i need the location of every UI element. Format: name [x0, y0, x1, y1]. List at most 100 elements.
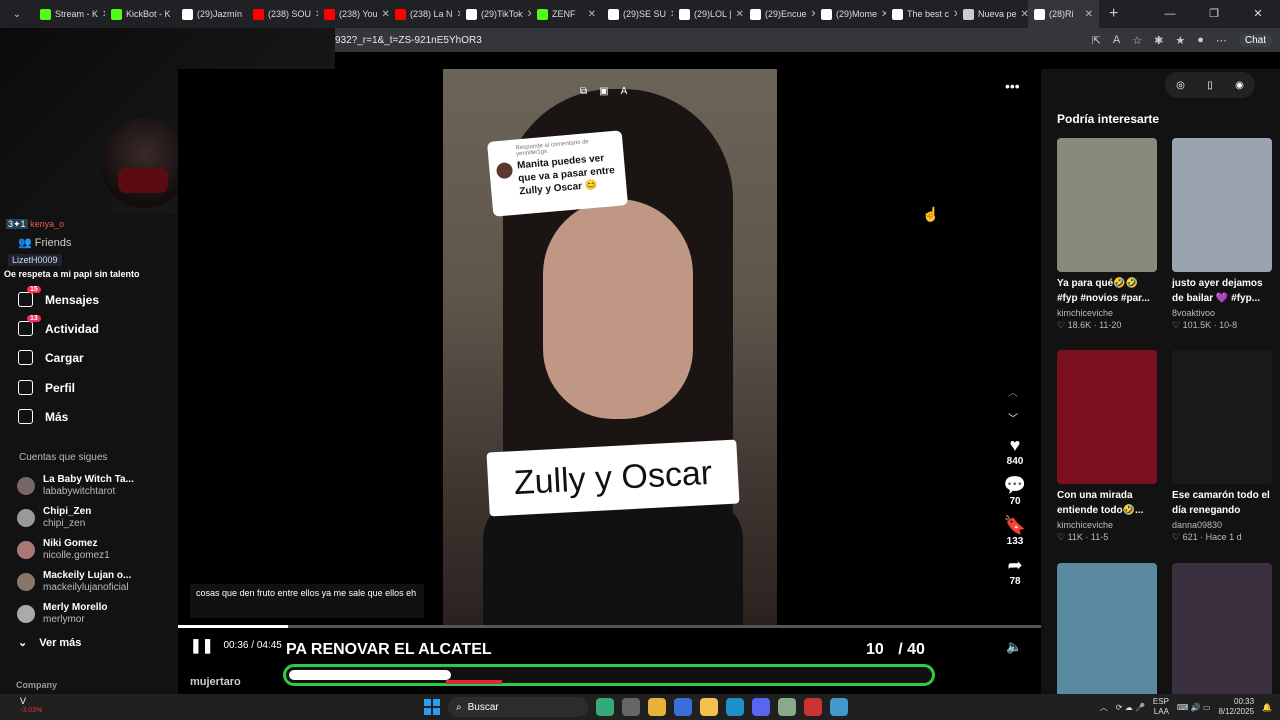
translate-video-icon[interactable]: A	[621, 86, 628, 97]
video-thumbnail[interactable]	[1172, 138, 1272, 272]
favorites-icon[interactable]: ★	[1175, 34, 1185, 47]
notification-icon[interactable]: 🔔	[1262, 703, 1272, 712]
address-bar[interactable]: 932?_r=1&_t=ZS-921nE5YhOR3 ⇱ A ☆ ✱ ★ ● ⋯…	[335, 28, 1280, 52]
followed-account[interactable]: Merly Morello merlymor	[17, 602, 107, 626]
bookmark-icon[interactable]: 🔖	[1004, 515, 1026, 536]
discord-icon[interactable]	[752, 698, 770, 716]
browser-tab[interactable]: (29)SE SU✕	[602, 0, 673, 28]
chat-button[interactable]: Chat	[1238, 33, 1272, 47]
followed-account[interactable]: La Baby Witch Ta... lababywitchtarot	[17, 474, 134, 498]
reply-comment-card: Responde al comentario de yennifer1gs Ma…	[486, 130, 629, 217]
browser-tab[interactable]: The best c✕	[886, 0, 957, 28]
volume-icon[interactable]: 🔈	[1006, 639, 1022, 655]
chevron-down-nav-icon[interactable]: ﹀	[1008, 410, 1018, 425]
clock[interactable]: 00:33 8/12/2025	[1218, 697, 1254, 717]
device-icon[interactable]: ▯	[1207, 80, 1213, 91]
recommended-video-card[interactable]: Ya para qué🤣🤣 #fyp #novios #par... kimchi…	[1057, 138, 1157, 331]
task-view-icon[interactable]	[622, 698, 640, 716]
browser-tab[interactable]: Stream - K✕	[34, 0, 105, 28]
app-icon-2[interactable]	[804, 698, 822, 716]
video-thumbnail[interactable]	[1057, 138, 1157, 272]
video-progress-bar[interactable]	[178, 625, 1041, 628]
windows-start-icon[interactable]	[424, 699, 440, 715]
sidebar-item-perfil[interactable]: Perfil	[18, 380, 75, 395]
recommended-video-card[interactable]	[1057, 563, 1157, 697]
pause-icon[interactable]: ❚❚	[190, 637, 213, 654]
widgets-icon[interactable]	[596, 698, 614, 716]
browser-tab[interactable]: KickBot - K✕	[105, 0, 176, 28]
browser-tab[interactable]: (29)TikTok ✕	[460, 0, 531, 28]
video-thumbnail[interactable]	[1172, 350, 1272, 484]
comment-icon[interactable]: 💬	[1004, 475, 1026, 496]
file-explorer-icon[interactable]	[700, 698, 718, 716]
sidebar-item-cargar[interactable]: Cargar	[18, 350, 84, 365]
copilot-icon[interactable]	[674, 698, 692, 716]
browser-tab[interactable]: (29)Jazmín✕	[176, 0, 247, 28]
recommended-video-card[interactable]	[1172, 563, 1272, 697]
coin-icon[interactable]: ◎	[1176, 80, 1185, 91]
translate-icon[interactable]: A	[1113, 34, 1120, 46]
tab-close-icon[interactable]: ✕	[588, 9, 596, 20]
sidebar-item-más[interactable]: Más	[18, 409, 68, 424]
recommended-video-card[interactable]: justo ayer dejamos de bailar 💜 #fyp... 8v…	[1172, 138, 1272, 331]
tray-icons[interactable]: ⟳ ☁ 🎤	[1116, 703, 1145, 712]
network-volume-icons[interactable]: ⌨ 🔊 ▭	[1177, 703, 1211, 712]
profile-avatar-icon[interactable]: ●	[1197, 34, 1204, 46]
browser-tab[interactable]: ZENF ✕	[531, 0, 602, 28]
star-icon[interactable]: ☆	[1132, 34, 1142, 47]
browser-tab[interactable]: (29)Encue ✕	[744, 0, 815, 28]
company-link[interactable]: Company	[16, 680, 57, 690]
taskbar-search[interactable]: ⌕ Buscar	[448, 697, 588, 717]
screen-icon[interactable]: ▣	[599, 86, 608, 97]
menu-icon[interactable]: ⋯	[1216, 34, 1227, 47]
followed-account[interactable]: Niki Gomez nicolle.gomez1	[17, 538, 110, 562]
sidebar-item-mensajes[interactable]: 15 Mensajes	[18, 286, 99, 307]
user-avatar-icon[interactable]: ◉	[1235, 80, 1244, 91]
paper-plane-icon: 15	[18, 286, 41, 307]
tab-search-icon[interactable]: ⌄	[0, 9, 34, 20]
browser-tab[interactable]: (238) La N✕	[389, 0, 460, 28]
more-options-icon[interactable]: •••	[1005, 78, 1020, 94]
chevron-up-tray-icon[interactable]: ︿	[1100, 702, 1108, 713]
video-thumbnail[interactable]	[1172, 563, 1272, 697]
language-indicator[interactable]: ESP LAA	[1153, 697, 1169, 717]
open-in-app-icon[interactable]: ⇱	[1092, 34, 1101, 47]
url-text[interactable]: 932?_r=1&_t=ZS-921nE5YhOR3	[335, 35, 482, 46]
browser-tab[interactable]: (238) SOU✕	[247, 0, 318, 28]
extensions-icon[interactable]: ✱	[1154, 34, 1163, 47]
browser-tab[interactable]: (29)Mome ✕	[815, 0, 886, 28]
video-thumbnail[interactable]	[1057, 350, 1157, 484]
followed-account[interactable]: Mackeily Lujan o... mackeilylujanoficial	[17, 570, 131, 594]
edge-icon[interactable]	[726, 698, 744, 716]
browser-tab[interactable]: (28)Ri ✕	[1028, 0, 1099, 28]
heart-icon[interactable]: ♥	[1010, 435, 1021, 456]
recommended-video-card[interactable]: Ese camarón todo el día renegando Pero..…	[1172, 350, 1272, 543]
recommended-video-card[interactable]: Con una mirada entiende todo🤣... kimchice…	[1057, 350, 1157, 543]
minimize-icon[interactable]: —	[1148, 0, 1192, 28]
tab-close-icon[interactable]: ✕	[1021, 9, 1028, 20]
browser-tab[interactable]: (29)LOL | ✕	[673, 0, 744, 28]
sidebar-item-actividad[interactable]: 13 Actividad	[18, 315, 99, 336]
followed-account[interactable]: Chipi_Zen chipi_zen	[17, 506, 91, 530]
tab-close-icon[interactable]: ✕	[1085, 9, 1093, 20]
browser-tab[interactable]: (238) You ✕	[318, 0, 389, 28]
tab-close-icon[interactable]: ✕	[382, 9, 389, 20]
stock-widget[interactable]: V -3.03%	[20, 696, 42, 716]
video-thumbnail[interactable]	[1057, 563, 1157, 697]
nav-item-friends[interactable]: 👥 Friends	[18, 236, 71, 249]
app-icon[interactable]	[778, 698, 796, 716]
browser-tab[interactable]: Nueva pe ✕	[957, 0, 1028, 28]
pip-icon[interactable]: ⧉	[580, 86, 587, 97]
maximize-icon[interactable]: ❐	[1192, 0, 1236, 28]
tab-favicon-icon	[40, 8, 51, 20]
close-icon[interactable]: ✕	[1236, 0, 1280, 28]
see-more-button[interactable]: ⌄ Ver más	[18, 636, 81, 650]
tab-favicon-icon	[821, 8, 832, 20]
chevron-up-icon[interactable]: ︿	[1008, 384, 1018, 399]
tab-close-icon[interactable]: ✕	[736, 9, 744, 20]
share-icon[interactable]: ➦	[1007, 555, 1022, 576]
app-icon-3[interactable]	[830, 698, 848, 716]
store-icon[interactable]	[648, 698, 666, 716]
new-tab-button[interactable]: +	[1099, 5, 1128, 23]
video-author[interactable]: mujertaro	[190, 676, 241, 688]
